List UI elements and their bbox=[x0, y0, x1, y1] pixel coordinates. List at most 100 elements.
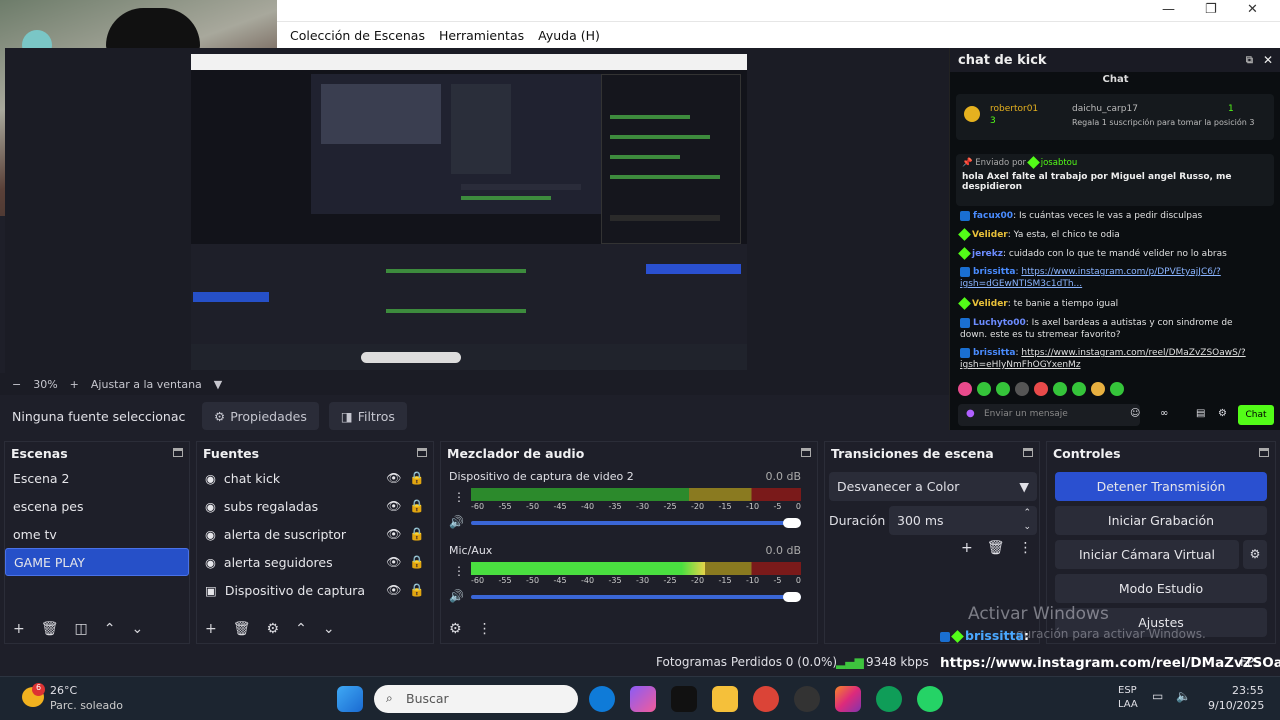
menu-dots-icon[interactable]: ⋮ bbox=[1019, 540, 1033, 556]
fit-window-label[interactable]: Ajustar a la ventana bbox=[91, 378, 202, 391]
whatsapp-icon[interactable] bbox=[917, 686, 943, 712]
volume-knob[interactable] bbox=[783, 518, 801, 528]
gear-icon[interactable]: ⚙ bbox=[449, 621, 462, 637]
volume-slider[interactable] bbox=[471, 595, 801, 599]
lock-icon: 🔒 bbox=[409, 582, 425, 597]
edge-icon[interactable] bbox=[589, 686, 615, 712]
settings-gear-icon[interactable]: ⚙ bbox=[1218, 408, 1227, 419]
mic-icon[interactable]: ● bbox=[966, 408, 975, 419]
clock-date[interactable]: 9/10/2025 bbox=[1208, 699, 1264, 712]
undock-icon[interactable] bbox=[1259, 448, 1269, 457]
source-item[interactable]: ▣Dispositivo de captura de👁🔒 bbox=[197, 576, 433, 604]
tiktok-icon[interactable] bbox=[671, 686, 697, 712]
mixer-channel: Dispositivo de captura de video 2 0.0 dB… bbox=[441, 468, 817, 548]
send-chat-button[interactable]: Chat bbox=[1238, 405, 1274, 425]
start-recording-button[interactable]: Iniciar Grabación bbox=[1055, 506, 1267, 535]
speaker-icon[interactable]: 🔊 bbox=[449, 589, 464, 603]
virtual-camera-button[interactable]: Iniciar Cámara Virtual bbox=[1055, 540, 1239, 569]
volume-knob[interactable] bbox=[783, 592, 801, 602]
zoom-in-icon[interactable]: + bbox=[70, 378, 79, 391]
studio-mode-button[interactable]: Modo Estudio bbox=[1055, 574, 1267, 603]
undock-icon[interactable] bbox=[173, 448, 183, 457]
scene-item[interactable]: escena pes bbox=[5, 492, 189, 520]
add-icon[interactable]: + bbox=[13, 621, 25, 637]
scenes-title: Escenas bbox=[11, 446, 68, 461]
source-item[interactable]: ◉ chat kick 👁 🔒 bbox=[197, 464, 433, 492]
stop-stream-button[interactable]: Detener Transmisión bbox=[1055, 472, 1267, 501]
transition-select[interactable]: Desvanecer a Color ▼ bbox=[829, 472, 1037, 501]
up-icon[interactable]: ⌃ bbox=[295, 621, 307, 637]
menu-tools[interactable]: Herramientas bbox=[439, 28, 524, 43]
obs-icon[interactable] bbox=[794, 686, 820, 712]
windows-taskbar: 6 26°C Parc. soleado Buscar ⌕ ESP LAA ▭ … bbox=[0, 676, 1280, 720]
chrome-icon[interactable] bbox=[753, 686, 779, 712]
language-code[interactable]: ESP bbox=[1118, 685, 1137, 696]
properties-button[interactable]: ⚙ Propiedades bbox=[202, 402, 319, 430]
undock-icon[interactable] bbox=[417, 448, 427, 457]
emoji-icon[interactable]: ☺ bbox=[1130, 408, 1140, 419]
add-icon[interactable]: + bbox=[205, 621, 217, 637]
up-icon[interactable]: ⌃ bbox=[104, 621, 116, 637]
scene-item[interactable]: ome tv bbox=[5, 520, 189, 548]
close-dock-icon[interactable]: ✕ bbox=[1263, 53, 1273, 67]
menu-help[interactable]: Ayuda (H) bbox=[538, 28, 600, 43]
undock-icon[interactable] bbox=[801, 448, 811, 457]
menu-dots-icon[interactable]: ⋮ bbox=[453, 564, 465, 578]
users-icon[interactable]: ∞ bbox=[1160, 408, 1168, 419]
store-icon[interactable]: ▤ bbox=[1196, 408, 1205, 419]
filters-button[interactable]: ◨ Filtros bbox=[328, 402, 407, 430]
scale-tick: -20 bbox=[691, 576, 705, 585]
browser-icon: ◉ bbox=[205, 470, 216, 486]
channel-name: Dispositivo de captura de video 2 bbox=[449, 470, 634, 483]
fit-dropdown-icon[interactable]: ▼ bbox=[214, 378, 222, 391]
eye-icon: 👁 bbox=[386, 555, 402, 569]
add-icon[interactable]: + bbox=[961, 540, 973, 556]
folder-icon[interactable] bbox=[712, 686, 738, 712]
trash-icon[interactable]: 🗑 bbox=[987, 540, 1005, 556]
filter-icon[interactable]: ◫ bbox=[75, 621, 88, 637]
language-layout[interactable]: LAA bbox=[1118, 699, 1138, 710]
down-icon[interactable]: ⌄ bbox=[131, 621, 143, 637]
vcam-settings-gear-icon[interactable]: ⚙ bbox=[1243, 540, 1267, 569]
duration-label: Duración bbox=[829, 513, 886, 528]
gear-icon[interactable]: ⚙ bbox=[267, 621, 280, 637]
source-item[interactable]: ◉ alerta seguidores 👁 🔒 bbox=[197, 548, 433, 576]
minimize-icon[interactable]: — bbox=[1162, 2, 1175, 17]
chat-message[interactable]: brissitta: https://www.instagram.com/p/D… bbox=[960, 266, 1260, 290]
start-icon[interactable] bbox=[337, 686, 363, 712]
scene-item[interactable]: Escena 2 bbox=[5, 464, 189, 492]
zoom-out-icon[interactable]: − bbox=[12, 378, 21, 391]
search-icon: ⌕ bbox=[386, 691, 393, 705]
emote-bar[interactable] bbox=[958, 382, 1124, 396]
volume-icon[interactable]: 🔈 bbox=[1176, 689, 1191, 703]
float-icon[interactable]: ⧉ bbox=[1246, 55, 1253, 66]
source-item[interactable]: ◉ subs regaladas 👁 🔒 bbox=[197, 492, 433, 520]
instagram-icon[interactable] bbox=[835, 686, 861, 712]
clock-time[interactable]: 23:55 bbox=[1232, 684, 1264, 697]
restore-icon[interactable]: ❐ bbox=[1205, 2, 1217, 17]
source-item[interactable]: ◉ alerta de suscriptor 👁 🔒 bbox=[197, 520, 433, 548]
kick-chat-tab[interactable]: Chat bbox=[950, 74, 1280, 85]
close-icon[interactable]: ✕ bbox=[1247, 2, 1258, 17]
copilot-icon[interactable] bbox=[630, 686, 656, 712]
chat-input[interactable]: Enviar un mensaje bbox=[958, 404, 1140, 426]
volume-slider[interactable] bbox=[471, 521, 801, 525]
menu-dots-icon[interactable]: ⋮ bbox=[453, 490, 465, 504]
trash-icon[interactable]: 🗑 bbox=[233, 621, 251, 637]
bitrate: 9348 kbps bbox=[866, 655, 929, 669]
taskbar-search[interactable]: Buscar bbox=[374, 685, 578, 713]
duration-input[interactable]: 300 ms ⌃ ⌄ bbox=[889, 506, 1037, 535]
network-icon[interactable]: ▭ bbox=[1152, 689, 1163, 703]
chat-message[interactable]: brissitta: https://www.instagram.com/ree… bbox=[960, 347, 1260, 371]
stream-preview[interactable] bbox=[5, 48, 949, 373]
scale-tick: -60 bbox=[471, 502, 485, 511]
down-icon[interactable]: ⌄ bbox=[323, 621, 335, 637]
scene-item-selected[interactable]: GAME PLAY bbox=[5, 548, 189, 576]
speaker-icon[interactable]: 🔊 bbox=[449, 515, 464, 529]
eye-icon: 👁 bbox=[386, 583, 402, 597]
chrome-profile-icon[interactable] bbox=[876, 686, 902, 712]
undock-icon[interactable] bbox=[1023, 448, 1033, 457]
menu-dots-icon[interactable]: ⋮ bbox=[478, 621, 492, 637]
trash-icon[interactable]: 🗑 bbox=[41, 621, 59, 637]
menu-scene-collection[interactable]: Colección de Escenas bbox=[290, 28, 425, 43]
